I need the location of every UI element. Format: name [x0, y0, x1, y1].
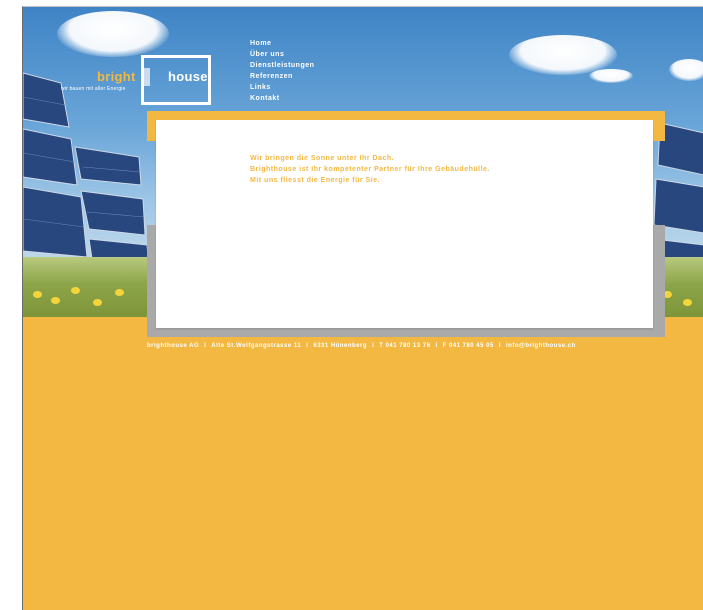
flower [115, 289, 124, 296]
flower [93, 299, 102, 306]
footer-separator: I [372, 343, 375, 349]
nav-item-kontakt[interactable]: Kontakt [250, 93, 314, 104]
content-panel [156, 120, 653, 328]
footer-city: 6331 Hünenberg [313, 343, 368, 349]
page-frame: bright house wir bauen mit aller Energie… [22, 6, 703, 610]
logo-tagline: wir bauen mit aller Energie [61, 86, 126, 92]
flower [71, 287, 80, 294]
footer-fax: F 041 780 45 05 [442, 343, 494, 349]
main-navigation: Home Über uns Dienstleistungen Referenze… [250, 38, 314, 104]
footer-separator: I [435, 343, 438, 349]
intro-line-1: Wir bringen die Sonne unter Ihr Dach. [250, 155, 395, 162]
flower [683, 299, 692, 306]
intro-line-2: Brighthouse ist Ihr kompetenter Partner … [250, 166, 490, 173]
nav-item-ueber-uns[interactable]: Über uns [250, 49, 314, 60]
logo-text-house: house [168, 69, 208, 84]
cloud [589, 69, 633, 83]
footer-company: brighthouse AG [147, 343, 200, 349]
footer-address: Alte St.Wolfgangstrasse 11 [211, 343, 302, 349]
footer-separator: I [306, 343, 309, 349]
footer-contact: brighthouse AG I Alte St.Wolfgangstrasse 1… [147, 343, 576, 349]
flower [51, 297, 60, 304]
footer-separator: I [498, 343, 501, 349]
nav-item-home[interactable]: Home [250, 38, 314, 49]
footer-separator: I [204, 343, 207, 349]
logo-text-bright: bright [97, 69, 136, 84]
intro-line-3: Mit uns fliesst die Energie für Sie. [250, 177, 381, 184]
nav-item-referenzen[interactable]: Referenzen [250, 71, 314, 82]
nav-item-dienstleistungen[interactable]: Dienstleistungen [250, 60, 314, 71]
footer-email-link[interactable]: info@brighthouse.ch [506, 343, 576, 349]
nav-item-links[interactable]: Links [250, 82, 314, 93]
intro-text: Wir bringen die Sonne unter Ihr Dach. Br… [250, 153, 490, 186]
footer-phone: T 041 780 13 76 [379, 343, 431, 349]
flower [33, 291, 42, 298]
